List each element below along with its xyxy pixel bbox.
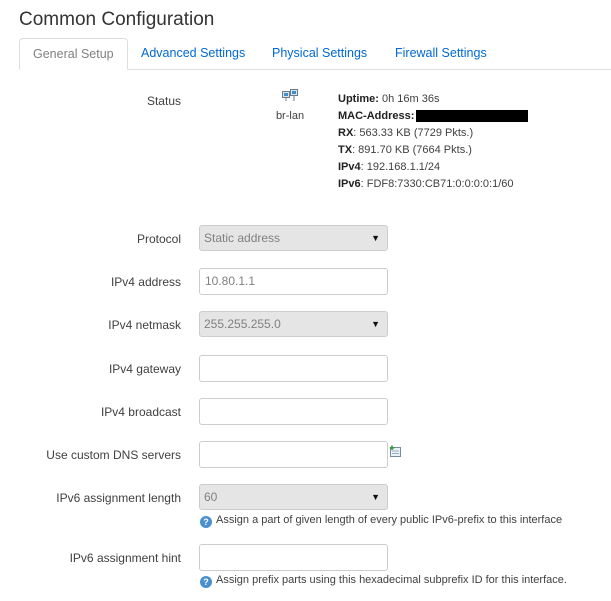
tx-label: TX [338,144,353,156]
dropdown-arrow-icon: ▼ [371,233,380,243]
mac-label: MAC-Address: [338,110,415,122]
rx-value: : 563.33 KB (7729 Pkts.) [353,127,474,139]
ipv4-address-label: IPv4 address [110,275,181,289]
dns-servers-input[interactable] [199,441,388,468]
protocol-select[interactable]: Static address ▼ [199,225,388,251]
ipv4-gateway-label: IPv4 gateway [108,362,181,376]
tab-general-setup[interactable]: General Setup [19,38,128,70]
tx-value: : 891.70 KB (7664 Pkts.) [352,144,472,156]
add-dns-entry-icon[interactable] [389,445,402,463]
ipv4-value: : 192.168.1.1/24 [360,161,441,173]
ipv4-gateway-input[interactable] [199,355,388,382]
page-title: Common Configuration [19,9,215,30]
network-interface-icon [282,88,298,107]
ipv6-assignment-length-select[interactable]: 60 ▼ [199,484,388,510]
ipv4-netmask-select[interactable]: 255.255.255.0 ▼ [199,311,388,337]
help-icon: ? [200,576,212,588]
protocol-label: Protocol [136,232,181,246]
interface-stats: Uptime: 0h 16m 36s MAC-Address: RX: 563.… [338,91,529,193]
ipv6-assignment-hint-help: ? Assign prefix parts using this hexadeci… [200,574,567,588]
ipv6-assignment-hint-label: IPv6 assignment hint [69,551,181,565]
interface-name: br-lan [275,110,305,122]
protocol-value: Static address [204,231,281,245]
tab-firewall-settings[interactable]: Firewall Settings [382,38,500,70]
ipv6-assignment-hint-input[interactable] [199,544,388,571]
ipv6-assignment-length-label: IPv6 assignment length [56,491,181,505]
ipv6-assignment-hint-help-text: Assign prefix parts using this hexadecim… [216,574,567,586]
ipv6-label: IPv6 [338,178,361,190]
uptime-label: Uptime: [338,93,379,105]
tab-physical-settings[interactable]: Physical Settings [259,38,380,70]
ipv4-netmask-value: 255.255.255.0 [204,317,281,331]
ipv6-assignment-length-help: ? Assign a part of given length of every … [200,514,562,528]
ipv4-address-input[interactable]: 10.80.1.1 [199,268,388,295]
mac-redaction [416,110,529,123]
ipv6-value: : FDF8:7330:CB71:0:0:0:0:1/60 [360,178,514,190]
tab-bar: General Setup Advanced Settings Physical… [19,38,611,70]
help-icon: ? [200,516,212,528]
ipv6-assignment-length-help-text: Assign a part of given length of every p… [216,514,563,526]
uptime-value: 0h 16m 36s [382,93,440,105]
ipv4-broadcast-label: IPv4 broadcast [100,405,181,419]
dropdown-arrow-icon: ▼ [371,319,380,329]
status-label: Status [146,94,181,108]
ipv6-assignment-length-value: 60 [204,490,218,504]
dropdown-arrow-icon: ▼ [371,492,380,502]
interface-badge: br-lan [268,88,312,122]
dns-servers-label: Use custom DNS servers [46,448,181,462]
ipv4-netmask-label: IPv4 netmask [108,318,181,332]
ipv4-broadcast-input[interactable] [199,398,388,425]
ipv4-label: IPv4 [338,161,361,173]
tab-advanced-settings[interactable]: Advanced Settings [128,38,258,70]
rx-label: RX [338,127,354,139]
